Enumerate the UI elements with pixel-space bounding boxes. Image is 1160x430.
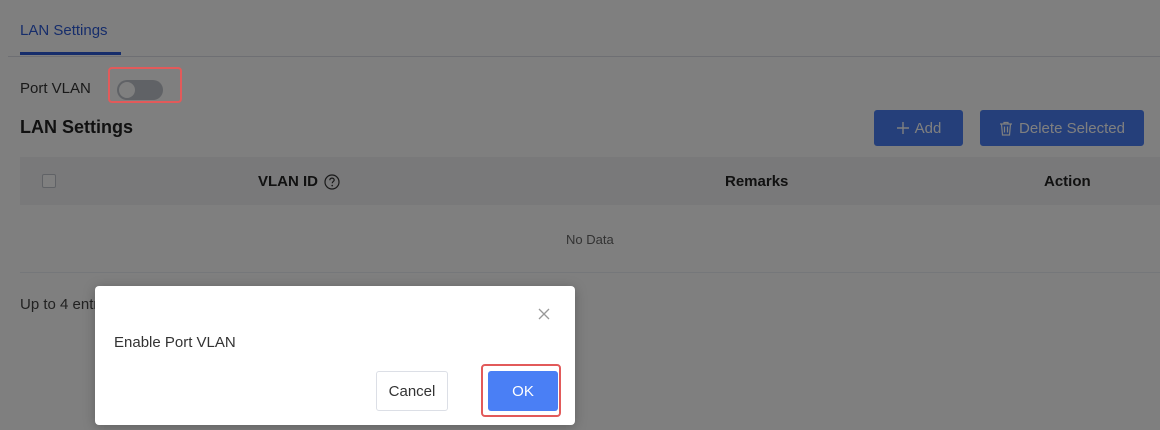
dialog-message: Enable Port VLAN	[114, 334, 236, 351]
close-icon[interactable]	[537, 307, 551, 321]
cancel-button[interactable]: Cancel	[376, 371, 448, 411]
toggle-highlight	[108, 67, 182, 103]
ok-highlight	[481, 364, 561, 417]
